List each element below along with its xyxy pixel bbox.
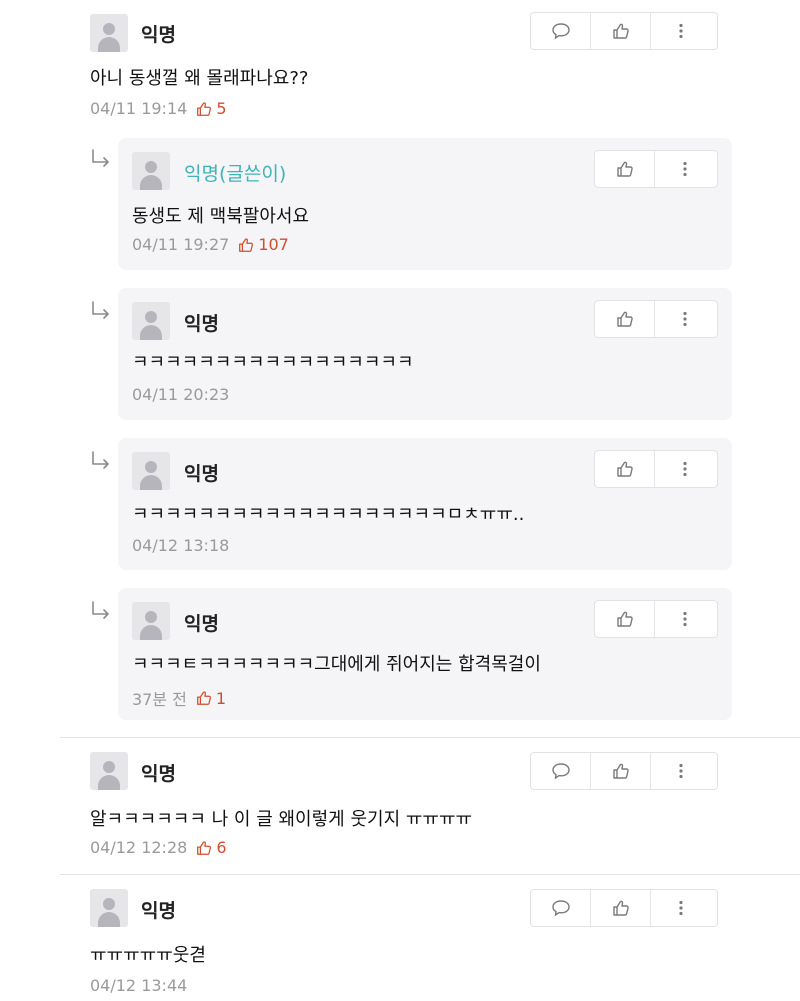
comment-text: ㅋㅋㅋㅌㅋㅋㅋㅋㅋㅋㅋ그대에게 쥐어지는 합격목걸이 — [132, 654, 541, 675]
reply-arrow-icon — [90, 600, 112, 622]
comment-author: 익명 — [141, 900, 176, 922]
comment-author: 익명(글쓴이) — [184, 163, 287, 185]
comment-actions — [594, 600, 718, 638]
comment-time: 04/11 19:14 — [90, 99, 188, 118]
thumbs-up-icon — [195, 100, 213, 118]
more-button[interactable] — [651, 13, 711, 49]
reply-box: 익명 ㅋㅋㅋㅋㅋㅋㅋㅋㅋㅋㅋㅋㅋㅋㅋㅋㅋㅋㅋㅁㅊㅠㅠ.. 04/12 13:18 — [118, 438, 732, 570]
thumbs-up-icon — [615, 159, 635, 179]
avatar[interactable] — [132, 152, 170, 190]
reply-arrow-icon — [90, 450, 112, 472]
comment-text: ㅋㅋㅋㅋㅋㅋㅋㅋㅋㅋㅋㅋㅋㅋㅋㅋㅋ — [132, 352, 414, 373]
comment-meta: 04/11 19:27 107 — [132, 235, 289, 254]
like-count-value: 1 — [215, 688, 227, 708]
speech-bubble-icon — [551, 898, 571, 918]
like-button[interactable] — [595, 151, 655, 187]
vertical-dots-icon — [675, 459, 695, 479]
more-button[interactable] — [655, 601, 715, 637]
comment-meta: 04/11 20:23 — [132, 385, 229, 404]
comment-time: 04/11 19:27 — [132, 235, 230, 254]
comment-actions — [530, 12, 718, 50]
comment-time: 04/12 12:28 — [90, 838, 188, 857]
reply-arrow-icon — [90, 300, 112, 322]
reply-box: 익명(글쓴이) 동생도 제 맥북팔아서요 04/11 19:27 107 — [118, 138, 732, 270]
comment-author: 익명 — [184, 463, 219, 485]
like-count-value: 6 — [216, 838, 227, 857]
like-button[interactable] — [595, 301, 655, 337]
thumbs-up-icon — [195, 839, 213, 857]
vertical-dots-icon — [675, 309, 695, 329]
like-count-value: 5 — [216, 99, 227, 118]
comment-item: 익명 ㅠㅠㅠㅠㅠ웃겯 04/12 13:44 — [0, 875, 800, 1001]
avatar[interactable] — [132, 602, 170, 640]
comment-time: 37분 전 — [132, 690, 187, 709]
thumbs-up-icon — [615, 309, 635, 329]
thumbs-up-icon — [611, 761, 631, 781]
more-button[interactable] — [655, 151, 715, 187]
thumbs-up-icon — [611, 898, 631, 918]
comment-text: ㅋㅋㅋㅋㅋㅋㅋㅋㅋㅋㅋㅋㅋㅋㅋㅋㅋㅋㅋㅁㅊㅠㅠ.. — [132, 504, 525, 525]
comment-time: 04/12 13:18 — [132, 536, 230, 555]
comment-meta: 04/12 13:18 — [132, 536, 229, 555]
more-button[interactable] — [651, 753, 711, 789]
like-count-value: 107 — [258, 235, 289, 254]
avatar[interactable] — [90, 752, 128, 790]
thumbs-up-icon — [195, 689, 213, 707]
avatar[interactable] — [90, 14, 128, 52]
comment-meta: 37분 전 1 — [132, 686, 226, 710]
more-button[interactable] — [651, 890, 711, 926]
comment-time: 04/12 13:44 — [90, 976, 188, 995]
comment-item: 익명 알ㅋㅋㅋㅋㅋㅋ 나 이 글 왜이렇게 웃기지 ㅠㅠㅠㅠ 04/12 12:… — [0, 738, 800, 874]
thumbs-up-icon — [615, 459, 635, 479]
comment-author: 익명 — [141, 763, 176, 785]
thumbs-up-icon — [611, 21, 631, 41]
comment-author: 익명 — [184, 313, 219, 335]
vertical-dots-icon — [675, 609, 695, 629]
vertical-dots-icon — [671, 21, 691, 41]
more-button[interactable] — [655, 301, 715, 337]
comment-actions — [594, 300, 718, 338]
comment-actions — [594, 450, 718, 488]
comment-text: ㅠㅠㅠㅠㅠ웃겯 — [90, 945, 206, 966]
like-button[interactable] — [591, 890, 651, 926]
comment-author: 익명 — [184, 613, 219, 635]
speech-bubble-icon — [551, 761, 571, 781]
like-count: 5 — [195, 99, 227, 118]
like-count: 107 — [237, 235, 289, 254]
vertical-dots-icon — [675, 159, 695, 179]
comment-text: 아니 동생껄 왜 몰래파나요?? — [90, 68, 309, 89]
like-button[interactable] — [591, 753, 651, 789]
avatar[interactable] — [90, 889, 128, 927]
thumbs-up-icon — [615, 609, 635, 629]
reply-box: 익명 ㅋㅋㅋㅌㅋㅋㅋㅋㅋㅋㅋ그대에게 쥐어지는 합격목걸이 37분 전 1 — [118, 588, 732, 720]
reply-button[interactable] — [531, 753, 591, 789]
thumbs-up-icon — [237, 236, 255, 254]
comment-actions — [594, 150, 718, 188]
like-count: 1 — [195, 689, 226, 708]
reply-box: 익명 ㅋㅋㅋㅋㅋㅋㅋㅋㅋㅋㅋㅋㅋㅋㅋㅋㅋ 04/11 20:23 — [118, 288, 732, 420]
like-count: 6 — [195, 838, 227, 857]
comment-author: 익명 — [141, 24, 176, 46]
comment-text: 동생도 제 맥북팔아서요 — [132, 206, 310, 227]
comment-meta: 04/12 12:28 6 — [90, 838, 227, 857]
more-button[interactable] — [655, 451, 715, 487]
comment-actions — [530, 889, 718, 927]
like-button[interactable] — [595, 601, 655, 637]
like-button[interactable] — [591, 13, 651, 49]
reply-button[interactable] — [531, 13, 591, 49]
avatar[interactable] — [132, 452, 170, 490]
comment-time: 04/11 20:23 — [132, 385, 230, 404]
like-button[interactable] — [595, 451, 655, 487]
speech-bubble-icon — [551, 21, 571, 41]
vertical-dots-icon — [671, 898, 691, 918]
reply-button[interactable] — [531, 890, 591, 926]
vertical-dots-icon — [671, 761, 691, 781]
comment-meta: 04/12 13:44 — [90, 976, 187, 995]
comment-meta: 04/11 19:14 5 — [90, 99, 227, 118]
comment-actions — [530, 752, 718, 790]
comment-item: 익명 아니 동생껄 왜 몰래파나요?? 04/11 19:14 5 — [0, 0, 800, 140]
avatar[interactable] — [132, 302, 170, 340]
comment-text: 알ㅋㅋㅋㅋㅋㅋ 나 이 글 왜이렇게 웃기지 ㅠㅠㅠㅠ — [90, 809, 473, 830]
reply-arrow-icon — [90, 148, 112, 170]
